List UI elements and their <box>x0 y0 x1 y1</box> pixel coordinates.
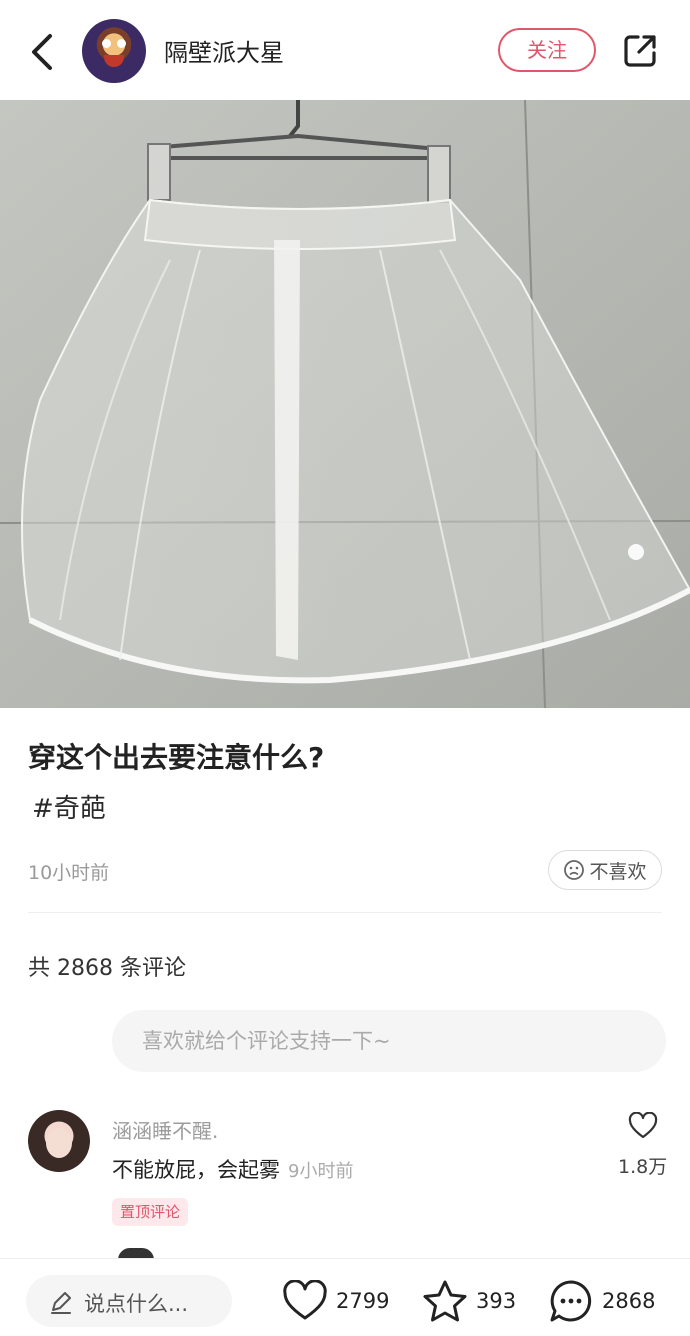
transparent-skirt-photo <box>0 100 690 708</box>
divider <box>28 912 662 913</box>
comment-timestamp: 9小时前 <box>288 1161 354 1182</box>
pen-icon <box>51 1292 71 1314</box>
post-timestamp: 10小时前 <box>28 862 110 884</box>
author-avatar[interactable] <box>82 19 146 83</box>
commenter-name[interactable]: 涵涵睡不醒. <box>112 1115 218 1144</box>
comment-text: 不能放屁，会起雾 9小时前 <box>112 1154 353 1184</box>
heart-icon <box>283 1280 327 1320</box>
commenter-avatar[interactable] <box>28 1110 90 1172</box>
follow-button[interactable]: 关注 <box>498 28 596 72</box>
say-something-placeholder: 说点什么... <box>84 1292 189 1316</box>
top-bar: 隔壁派大星 关注 <box>0 0 690 100</box>
star-icon <box>423 1280 467 1322</box>
share-icon[interactable] <box>622 33 658 69</box>
comment-bubble-icon <box>550 1280 592 1322</box>
comment-heart-icon[interactable] <box>628 1112 658 1140</box>
comment-count-bottom: 2868 <box>602 1289 656 1313</box>
bottom-action-bar: 说点什么... 2799 393 2868 <box>0 1258 690 1336</box>
like-count: 2799 <box>336 1289 390 1313</box>
comment-content: 不能放屁，会起雾 <box>112 1158 280 1182</box>
sad-face-icon <box>564 860 585 880</box>
dislike-button[interactable]: 不喜欢 <box>548 850 662 890</box>
back-arrow-icon[interactable] <box>26 30 60 74</box>
post-image[interactable] <box>0 100 690 708</box>
author-name[interactable]: 隔壁派大星 <box>164 33 284 68</box>
comment-count: 共 2868 条评论 <box>28 956 186 981</box>
comment-button[interactable]: 2868 <box>548 1275 655 1327</box>
pinned-badge: 置顶评论 <box>112 1198 189 1226</box>
post-title: 穿这个出去要注意什么? <box>28 741 325 774</box>
hashtag-link[interactable]: #奇葩 <box>32 788 106 825</box>
dislike-label: 不喜欢 <box>589 860 647 883</box>
favorite-button[interactable]: 393 <box>422 1275 516 1327</box>
comment-like-count: 1.8万 <box>618 1156 668 1178</box>
like-button[interactable]: 2799 <box>282 1275 389 1327</box>
say-something-input[interactable]: 说点什么... <box>26 1275 232 1327</box>
comment-input[interactable]: 喜欢就给个评论支持一下~ <box>112 1010 666 1072</box>
favorite-count: 393 <box>476 1289 517 1313</box>
